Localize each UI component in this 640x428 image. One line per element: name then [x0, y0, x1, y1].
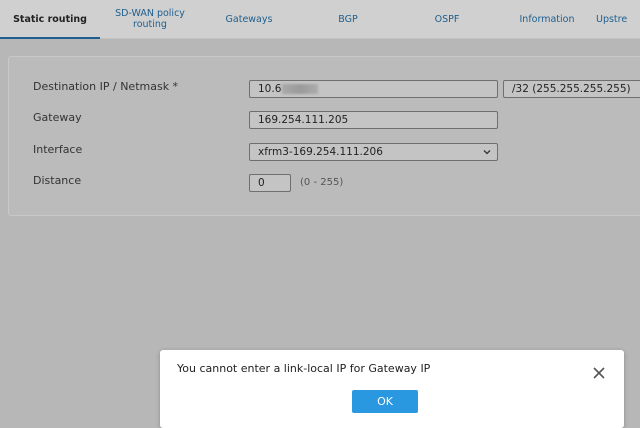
error-dialog: You cannot enter a link-local IP for Gat…	[160, 350, 624, 428]
tab-ospf[interactable]: OSPF	[415, 0, 479, 38]
ok-button[interactable]: OK	[352, 390, 418, 413]
gateway-label: Gateway	[33, 111, 82, 124]
tab-bar: Static routing SD-WAN policy routing Gat…	[0, 0, 640, 39]
tab-information[interactable]: Information	[510, 0, 584, 38]
tab-bgp[interactable]: BGP	[318, 0, 378, 38]
destination-label: Destination IP / Netmask *	[33, 80, 179, 93]
chevron-down-icon	[483, 150, 491, 155]
interface-select[interactable]: xfrm3-169.254.111.206	[249, 143, 498, 161]
gateway-value: 169.254.111.205	[258, 114, 349, 126]
tab-upstream[interactable]: Upstre	[596, 0, 640, 38]
netmask-value: /32 (255.255.255.255)	[512, 83, 631, 95]
distance-field[interactable]: 0	[249, 174, 291, 192]
gateway-field[interactable]: 169.254.111.205	[249, 111, 498, 129]
interface-label: Interface	[33, 143, 83, 156]
tab-gateways[interactable]: Gateways	[210, 0, 288, 38]
static-route-form: Destination IP / Netmask * 10.6 /32 (255…	[8, 56, 640, 216]
dialog-message: You cannot enter a link-local IP for Gat…	[177, 362, 431, 375]
destination-ip-field[interactable]: 10.6	[249, 80, 498, 98]
close-icon[interactable]	[592, 366, 606, 380]
distance-label: Distance	[33, 174, 82, 187]
tab-static-routing[interactable]: Static routing	[0, 0, 100, 39]
netmask-select[interactable]: /32 (255.255.255.255)	[503, 80, 640, 98]
distance-value: 0	[258, 177, 265, 189]
destination-ip-value: 10.6	[258, 83, 282, 95]
redacted-ip-blur	[282, 84, 319, 94]
interface-value: xfrm3-169.254.111.206	[258, 146, 383, 158]
distance-range-hint: (0 - 255)	[300, 177, 344, 188]
tab-sd-wan-policy-routing[interactable]: SD-WAN policy routing	[104, 0, 196, 38]
